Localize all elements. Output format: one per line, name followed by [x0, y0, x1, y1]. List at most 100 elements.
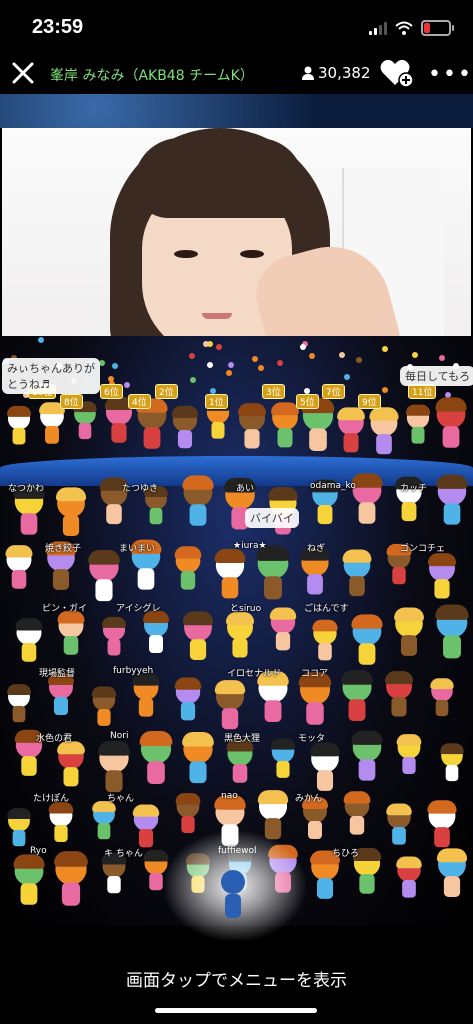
viewer-avatar[interactable] — [404, 404, 432, 446]
avatar-body — [264, 699, 282, 722]
viewer-avatar[interactable] — [180, 475, 216, 528]
avatar-body — [111, 422, 127, 443]
avatar-body — [358, 759, 376, 781]
viewer-avatar[interactable] — [298, 546, 332, 596]
rank-badge: 4位 — [128, 394, 151, 409]
status-bar: 23:59 — [0, 0, 473, 54]
viewer-avatar[interactable] — [3, 544, 34, 591]
streamer-mouth — [202, 313, 232, 319]
viewer-avatar[interactable] — [54, 487, 89, 538]
viewer-avatar[interactable] — [434, 474, 470, 527]
viewer-avatar[interactable] — [95, 740, 132, 794]
avatar-body — [349, 576, 365, 597]
viewer-avatar[interactable] — [392, 607, 427, 658]
viewer-avatar[interactable] — [438, 743, 465, 783]
avatar-body — [343, 433, 359, 453]
viewer-avatar[interactable] — [269, 738, 297, 780]
viewer-avatar[interactable] — [55, 741, 87, 789]
viewer-avatar[interactable] — [11, 484, 47, 537]
avatar-body — [63, 635, 79, 655]
viewer-avatar[interactable] — [341, 549, 374, 599]
viewer-avatar[interactable] — [170, 405, 200, 450]
viewer-avatar[interactable] — [335, 407, 367, 455]
viewer-avatar[interactable] — [428, 678, 455, 718]
close-button[interactable] — [8, 58, 38, 88]
viewer-name-tag: ごはんです — [304, 604, 349, 614]
avatar-hair — [270, 402, 299, 416]
viewer-avatar[interactable] — [434, 848, 469, 900]
viewer-name-tag: furbyyeh — [113, 666, 154, 676]
avatar-hair — [435, 604, 469, 621]
viewer-avatar[interactable] — [89, 686, 117, 727]
viewer-avatar[interactable] — [100, 616, 128, 657]
viewer-name-tag: なつかわ — [8, 484, 45, 494]
viewer-avatar[interactable] — [85, 550, 122, 604]
avatar-body — [276, 761, 290, 779]
viewer-avatar[interactable] — [383, 671, 415, 719]
viewer-avatar[interactable] — [11, 854, 47, 906]
viewer-avatar[interactable] — [99, 853, 128, 895]
viewer-avatar[interactable] — [5, 683, 32, 724]
viewer-avatar[interactable] — [13, 618, 44, 665]
viewer-avatar[interactable] — [310, 619, 339, 663]
viewer-avatar[interactable] — [37, 402, 67, 446]
viewer-avatar[interactable] — [46, 672, 76, 717]
viewer-avatar[interactable] — [433, 604, 471, 661]
avatar-hair — [215, 680, 246, 695]
viewer-avatar[interactable] — [342, 791, 373, 836]
sparkle-effect — [439, 355, 446, 362]
viewer-avatar[interactable] — [72, 401, 99, 441]
viewer-name-tag: たけぽん — [33, 794, 70, 804]
viewer-avatar[interactable] — [308, 742, 343, 793]
viewer-avatar[interactable] — [130, 673, 161, 718]
clock: 23:59 — [32, 16, 84, 38]
viewer-avatar[interactable] — [349, 730, 385, 783]
avatar-body — [433, 827, 450, 848]
viewer-avatar[interactable] — [254, 670, 290, 724]
viewer-avatar[interactable] — [141, 611, 171, 655]
viewer-avatar[interactable] — [180, 732, 217, 786]
viewer-avatar[interactable] — [173, 677, 204, 722]
viewer-avatar[interactable] — [269, 402, 301, 450]
viewer-avatar[interactable] — [425, 800, 459, 850]
viewer-avatar[interactable] — [56, 611, 87, 657]
viewer-avatar[interactable] — [368, 407, 402, 456]
viewer-avatar[interactable] — [5, 808, 32, 848]
avatar-hair — [312, 619, 338, 632]
avatar-hair — [139, 731, 173, 747]
viewer-avatar[interactable] — [5, 405, 33, 447]
viewer-name-tag: Ryo — [30, 846, 47, 856]
viewer-avatar[interactable] — [173, 546, 204, 591]
viewer-avatar[interactable] — [267, 607, 298, 653]
viewer-avatar[interactable] — [349, 614, 385, 667]
viewer-avatar[interactable] — [90, 800, 117, 841]
viewer-avatar[interactable] — [224, 611, 256, 659]
avatar-body — [107, 638, 120, 656]
viewer-name-tag: アイシグレ — [116, 604, 161, 614]
viewer-avatar[interactable] — [296, 672, 334, 728]
viewer-avatar[interactable] — [385, 803, 414, 846]
stage-background — [0, 94, 473, 128]
viewer-avatar[interactable] — [213, 548, 248, 601]
viewer-avatar[interactable] — [225, 739, 256, 785]
avatar-hair — [101, 616, 126, 628]
viewer-avatar[interactable] — [395, 734, 424, 776]
viewer-avatar[interactable] — [433, 397, 469, 450]
viewer-avatar[interactable] — [235, 403, 267, 451]
viewer-avatar[interactable] — [47, 801, 76, 844]
sparkle-effect — [382, 346, 389, 353]
menu-hint: 画面タップでメニューを表示 — [126, 971, 347, 991]
more-menu-button[interactable]: ••• — [428, 62, 473, 87]
rank-badge: 6位 — [100, 384, 123, 399]
favorite-button[interactable] — [380, 58, 414, 88]
avatar-body — [306, 573, 323, 595]
viewer-avatar[interactable] — [181, 611, 216, 663]
viewer-avatar[interactable] — [395, 856, 424, 900]
my-avatar-spotlight[interactable] — [150, 820, 320, 940]
viewer-avatar[interactable] — [52, 851, 91, 909]
viewer-avatar[interactable] — [137, 731, 175, 787]
viewer-avatar[interactable] — [213, 680, 248, 732]
viewer-avatar[interactable] — [253, 545, 291, 602]
viewer-avatar[interactable] — [339, 670, 375, 724]
viewer-avatar[interactable] — [426, 553, 458, 600]
